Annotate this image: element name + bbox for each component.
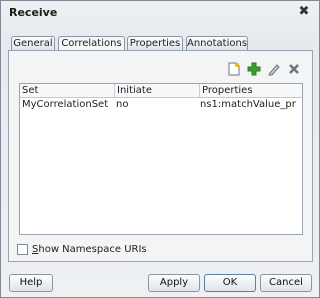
close-icon[interactable]: ✖: [297, 5, 311, 19]
dialog-title: Receive: [9, 6, 58, 19]
help-button[interactable]: Help: [9, 274, 53, 292]
table-header: Set Initiate Properties: [20, 84, 302, 98]
cancel-button[interactable]: Cancel: [260, 274, 312, 292]
apply-button[interactable]: Apply: [148, 274, 200, 292]
column-properties[interactable]: Properties: [200, 84, 298, 97]
column-set[interactable]: Set: [20, 84, 115, 97]
edit-icon[interactable]: [266, 61, 282, 77]
delete-icon[interactable]: [286, 61, 302, 77]
cell-set: MyCorrelationSet: [22, 99, 109, 110]
help-label: Help: [19, 277, 43, 288]
column-initiate[interactable]: Initiate: [115, 84, 200, 97]
show-namespace-checkbox[interactable]: Show Namespace URIs: [17, 244, 147, 255]
table-row[interactable]: MyCorrelationSet no ns1:matchValue_prop: [20, 98, 302, 112]
table-toolbar: [226, 61, 302, 77]
cell-initiate: no: [116, 99, 129, 110]
receive-dialog: Receive ✖ General Correlations Propertie…: [0, 0, 320, 298]
add-icon[interactable]: [246, 61, 262, 77]
tab-general[interactable]: General: [11, 36, 55, 50]
tab-properties[interactable]: Properties: [127, 36, 183, 50]
cell-properties: ns1:matchValue_prop: [200, 99, 296, 110]
tab-correlations[interactable]: Correlations: [58, 36, 125, 51]
checkbox-box[interactable]: [17, 244, 28, 255]
tab-annotations[interactable]: Annotations: [186, 36, 248, 50]
ok-button[interactable]: OK: [204, 274, 256, 292]
correlations-table: Set Initiate Properties MyCorrelationSet…: [19, 83, 303, 235]
correlations-panel: Set Initiate Properties MyCorrelationSet…: [8, 50, 313, 262]
apply-label: Apply: [159, 277, 189, 288]
new-icon[interactable]: [226, 61, 242, 77]
show-namespace-label: Show Namespace URIs: [32, 244, 147, 255]
